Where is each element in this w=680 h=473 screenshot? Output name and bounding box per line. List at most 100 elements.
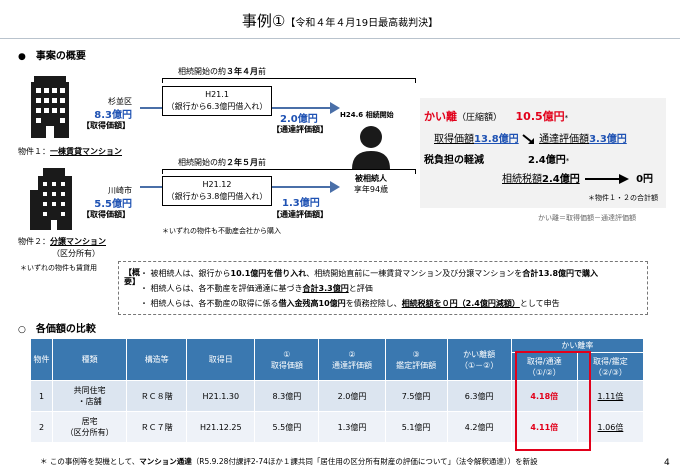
summary-item-bold: 借入金残高10億円 <box>278 299 346 308</box>
prop1-caption: 物件１：一棟賃貸マンション <box>18 146 122 157</box>
arrow-down-right-icon <box>522 133 534 144</box>
prop2-box-loan: （銀行から3.8億円借入れ） <box>166 192 268 201</box>
prop2-appraisal: 1.3億円 <box>282 198 320 209</box>
summary-side-label: 【概要】 <box>124 268 140 286</box>
prop2-arrow-head <box>330 181 340 193</box>
tax-reduction-label: 税負担の軽減 <box>424 155 484 166</box>
prop1-appraisal-label: 【通達評価額】 <box>272 125 328 134</box>
cell-appraisal: 5.1億円 <box>384 411 448 443</box>
col-header-structure: 構造等 <box>126 338 188 381</box>
col-header-eval: ② 通達評価額 <box>318 338 386 381</box>
cell-date: H21.12.25 <box>186 411 256 443</box>
total-footnote: ＊物件１・２の合計額 <box>588 194 658 202</box>
cell-type: 共同住宅 ・店舗 <box>52 380 128 412</box>
footer-bold: マンション通達 <box>139 457 192 466</box>
cell-structure: ＲＣ８階 <box>126 380 188 412</box>
prop2-period-years: ２年５月 <box>226 158 258 167</box>
cell-no: 2 <box>29 411 54 443</box>
eval-value: 3.3億円 <box>589 134 627 145</box>
acq-value: 13.8億円 <box>474 134 519 145</box>
cell-type-line: 共同住宅 <box>73 386 106 395</box>
prop2-period-prefix: 相続開始の約 <box>178 158 226 167</box>
prop2-period: 相続開始の約２年５月前 <box>162 157 282 168</box>
gap-label: かい離 <box>424 110 457 123</box>
gap-value-mark: * <box>564 114 569 122</box>
section-heading-comparison: ○ 各価額の比較 <box>18 320 96 335</box>
summary-item-text: 相続人らは、各不動産の取得に係る <box>150 299 279 308</box>
prop1-period-years: ３年４月 <box>226 67 258 76</box>
prop1-caption-label: 物件１： <box>18 147 50 156</box>
tax-reduction-value: 2.4億円 <box>528 155 566 166</box>
summary-list: ・ 被相続人は、銀行から10.1億円を借り入れ、相続開始直前に一棟賃貸マンション… <box>140 266 598 311</box>
prop1-box-loan: （銀行から6.3億円借入れ） <box>166 102 268 111</box>
prop1-price-label: 【取得価額】 <box>82 121 130 130</box>
gap-title: かい離額 <box>463 349 496 359</box>
prop1-box-date: H21.1 <box>205 90 229 99</box>
summary-item: ・ 相続人らは、各不動産を評価通達に基づき合計3.3億円と評価 <box>140 284 373 293</box>
cell-gap: 4.2億円 <box>446 411 512 443</box>
person-icon <box>352 126 390 169</box>
tax-row-label: 相続税額 <box>502 174 542 185</box>
cell-gap: 6.3億円 <box>446 380 512 412</box>
footer-rest: （R5.9.28付課評2-74ほか１課共同「居住用の区分所有財産の評価について」… <box>191 457 538 466</box>
ratio-b-value: 1.11倍 <box>597 391 624 401</box>
building-icon-2 <box>30 168 72 230</box>
eval-title: 通達評価額 <box>331 360 372 370</box>
section-title: 各価額の比較 <box>35 324 96 335</box>
prop1-period-suffix: 前 <box>258 67 266 76</box>
note-seller: ＊いずれの物件も不動産会社から購入 <box>162 227 281 235</box>
summary-item-bold: 相続税額を０円（2.4億円減額） <box>401 299 520 308</box>
building-icon <box>31 76 69 138</box>
cell-acq: 8.3億円 <box>254 380 320 412</box>
prop1-caption-name: 一棟賃貸マンション <box>50 147 122 156</box>
arrow-right-icon <box>584 173 629 184</box>
prop2-appraisal-label: 【通達評価額】 <box>272 210 328 219</box>
prop2-caption: 物件２：分譲マンション <box>18 236 106 247</box>
summary-item: ・ 被相続人は、銀行から10.1億円を借り入れ、相続開始直前に一棟賃貸マンション… <box>140 269 599 278</box>
tax-zero: 0円 <box>636 174 654 185</box>
col-header-date: 取得日 <box>186 338 256 381</box>
col-header-appraisal: ③ 鑑定評価額 <box>384 338 448 381</box>
section-heading-overview: ● 事案の概要 <box>18 47 86 62</box>
note-rental: ＊いずれの物件も賃貸用 <box>20 264 97 272</box>
section-title: 事案の概要 <box>35 51 86 62</box>
circle-bullet-icon: ○ <box>18 325 26 335</box>
summary-item-bold: 10.1億円を借り入れ <box>230 269 307 278</box>
cell-appraisal: 7.5億円 <box>384 380 448 412</box>
page-title: 事例①【令和４年４月19日最高裁判決】 <box>0 10 680 31</box>
cell-structure: ＲＣ７階 <box>126 411 188 443</box>
summary-item-bold: 合計3.3億円 <box>302 284 349 293</box>
prop2-caption-name: 分譲マンション <box>50 237 106 246</box>
acq-title: 取得価額 <box>270 360 303 370</box>
cell-acq: 5.5億円 <box>254 411 320 443</box>
prop1-appraisal: 2.0億円 <box>280 114 318 125</box>
cell-type-line: （区分所有） <box>65 428 114 437</box>
gap-label-paren: （圧縮額） <box>457 113 503 123</box>
tax-reduction-mark: * <box>565 157 570 165</box>
prop2-price-label: 【取得価額】 <box>82 210 130 219</box>
prop1-loan-box: H21.1 （銀行から6.3億円借入れ） <box>162 86 272 116</box>
cell-eval: 2.0億円 <box>318 380 386 412</box>
prop2-caption-sub: （区分所有） <box>52 249 100 258</box>
decedent-label: 被相続人 <box>355 174 387 183</box>
prop1-period-bracket <box>162 78 416 83</box>
cell-date: H21.1.30 <box>186 380 256 412</box>
col-header-acq: ① 取得価額 <box>254 338 320 381</box>
cell-no: 1 <box>29 380 54 412</box>
gap-calc-line: 取得価額13.8億円 通達評価額3.3億円 <box>434 130 627 145</box>
tax-line: 相続税額2.4億円 0円 <box>502 170 653 185</box>
title-main: 事例① <box>241 12 286 30</box>
tax-row-value: 2.4億円 <box>542 174 580 185</box>
title-divider <box>0 38 680 39</box>
prop1-price: 8.3億円 <box>94 110 132 121</box>
prop2-loan-box: H21.12 （銀行から3.8億円借入れ） <box>162 176 272 206</box>
gap-sub: （①－②） <box>460 360 499 370</box>
prop2-box-date: H21.12 <box>202 180 232 189</box>
bullet-icon: ● <box>18 52 26 62</box>
app-title: 鑑定評価額 <box>396 360 437 370</box>
app-num: ③ <box>412 349 420 359</box>
footer-note: ＊ この事例等を契機として、マンション通達（R5.9.28付課評2-74ほか１課… <box>40 456 538 467</box>
summary-item: ・ 相続人らは、各不動産の取得に係る借入金残高10億円を債務控除し、相続税額を０… <box>140 299 560 308</box>
prop2-price: 5.5億円 <box>94 199 132 210</box>
acq-label: 取得価額 <box>434 134 474 145</box>
